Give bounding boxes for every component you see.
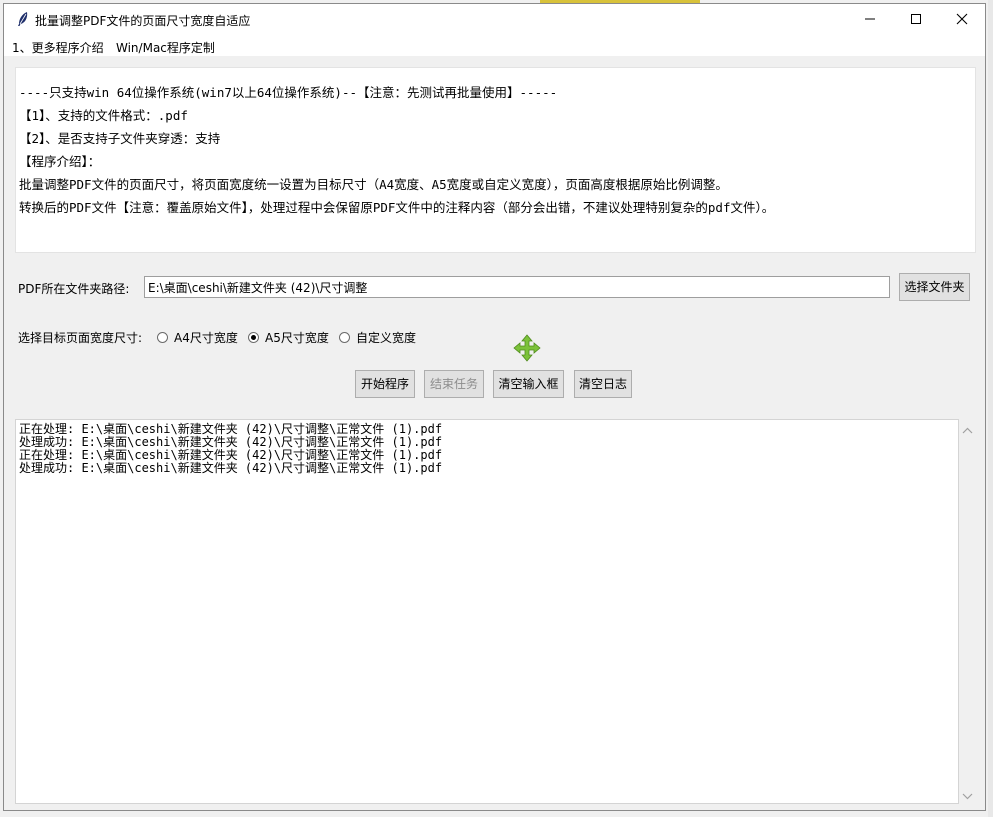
maximize-button[interactable]	[893, 4, 939, 34]
info-line: 【1】、支持的文件格式：.pdf	[19, 108, 188, 123]
radio-indicator	[339, 332, 350, 343]
maximize-icon	[910, 13, 922, 25]
info-line: 批量调整PDF文件的页面尺寸，将页面宽度统一设置为目标尺寸（A4宽度、A5宽度或…	[19, 177, 728, 192]
scroll-up-icon[interactable]	[962, 425, 973, 435]
log-scrollbar[interactable]	[959, 419, 976, 804]
info-text-area[interactable]: ----只支持win 64位操作系统(win7以上64位操作系统)--【注意：先…	[15, 67, 976, 253]
close-button[interactable]	[939, 4, 985, 34]
radio-indicator	[157, 332, 168, 343]
menu-item-program-intro[interactable]: 1、更多程序介绍	[12, 39, 104, 56]
info-line: 转换后的PDF文件【注意：覆盖原始文件】，处理过程中会保留原PDF文件中的注释内…	[19, 200, 775, 215]
clear-log-button[interactable]: 清空日志	[574, 370, 632, 398]
radio-label-a4: A4尺寸宽度	[174, 331, 238, 345]
radio-label-custom: 自定义宽度	[356, 331, 417, 345]
folder-path-label: PDF所在文件夹路径:	[18, 282, 130, 296]
clear-input-button[interactable]: 清空输入框	[493, 370, 564, 398]
radio-indicator-selected	[248, 332, 259, 343]
info-line: ----只支持win 64位操作系统(win7以上64位操作系统)--【注意：先…	[19, 85, 558, 100]
stop-task-button[interactable]: 结束任务	[424, 370, 484, 398]
move-cursor-icon	[513, 334, 541, 362]
start-button[interactable]: 开始程序	[355, 370, 415, 398]
app-window: 批量调整PDF文件的页面尺寸宽度自适应 1、更多程序介绍 Win/Mac程序定制…	[3, 3, 986, 811]
menu-bar: 1、更多程序介绍 Win/Mac程序定制	[4, 34, 985, 56]
log-text-area[interactable]: 正在处理: E:\桌面\ceshi\新建文件夹 (42)\尺寸调整\正常文件 (…	[15, 419, 959, 804]
minimize-icon	[864, 13, 876, 25]
minimize-button[interactable]	[847, 4, 893, 34]
info-line: 【程序介绍】：	[19, 154, 101, 169]
radio-a5-width[interactable]: A5尺寸宽度	[248, 329, 329, 346]
info-line: 【2】、是否支持子文件夹穿透：支持	[19, 131, 221, 146]
feather-icon	[16, 11, 30, 27]
menu-item-custom-dev[interactable]: Win/Mac程序定制	[116, 39, 215, 56]
window-title: 批量调整PDF文件的页面尺寸宽度自适应	[35, 14, 251, 28]
close-icon	[956, 13, 968, 25]
log-line: 处理成功: E:\桌面\ceshi\新建文件夹 (42)\尺寸调整\正常文件 (…	[19, 461, 443, 475]
size-select-label: 选择目标页面宽度尺寸:	[18, 331, 143, 345]
title-bar[interactable]: 批量调整PDF文件的页面尺寸宽度自适应	[4, 4, 985, 34]
choose-folder-button[interactable]: 选择文件夹	[899, 273, 970, 301]
folder-path-input[interactable]	[144, 276, 890, 298]
desktop-background	[988, 0, 993, 817]
radio-a4-width[interactable]: A4尺寸宽度	[157, 329, 238, 346]
radio-custom-width[interactable]: 自定义宽度	[339, 329, 416, 346]
scroll-down-icon[interactable]	[962, 790, 973, 800]
radio-label-a5: A5尺寸宽度	[265, 331, 329, 345]
